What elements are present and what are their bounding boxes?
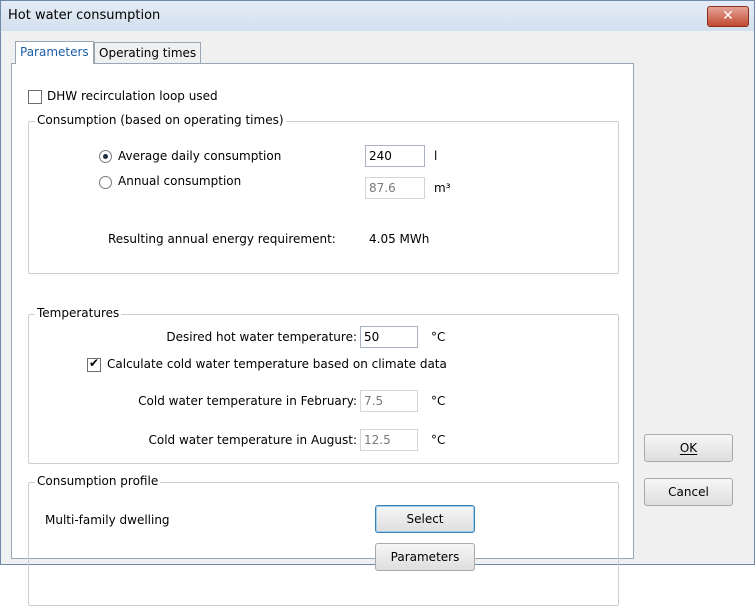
- calc-cold-water-label: Calculate cold water temperature based o…: [107, 357, 447, 371]
- annual-consumption-radio[interactable]: [99, 176, 112, 189]
- consumption-profile-group: Consumption profile Multi-family dwellin…: [28, 474, 619, 606]
- dialog-client: Parameters Operating times DHW recircula…: [8, 33, 748, 606]
- august-temperature-input[interactable]: 12.5: [360, 429, 418, 451]
- desired-temperature-unit: °C: [431, 330, 446, 344]
- title-bar: Hot water consumption ✕: [1, 1, 754, 31]
- temperatures-group: Temperatures Desired hot water temperatu…: [28, 306, 619, 464]
- temperatures-group-label: Temperatures: [35, 306, 122, 320]
- annual-consumption-label: Annual consumption: [118, 174, 242, 188]
- consumption-group: Consumption (based on operating times) A…: [28, 113, 619, 274]
- consumption-profile-group-label: Consumption profile: [35, 474, 161, 488]
- annual-consumption-input[interactable]: 87.6: [365, 177, 425, 199]
- energy-requirement-value: 4.05 MWh: [369, 232, 430, 246]
- daily-consumption-label: Average daily consumption: [118, 149, 282, 163]
- calc-cold-water-checkbox[interactable]: [87, 356, 101, 372]
- select-profile-button[interactable]: Select: [375, 505, 475, 533]
- february-temperature-label: Cold water temperature in February:: [138, 394, 357, 408]
- parameters-panel: DHW recirculation loop used Consumption …: [11, 63, 634, 606]
- tab-operating-times[interactable]: Operating times: [94, 42, 202, 63]
- energy-requirement-label: Resulting annual energy requirement:: [108, 232, 336, 246]
- window-title: Hot water consumption: [8, 8, 161, 23]
- ok-button[interactable]: OK: [644, 434, 733, 462]
- august-temperature-unit: °C: [431, 433, 446, 447]
- february-temperature-unit: °C: [431, 394, 446, 408]
- ok-button-label: OK: [679, 441, 698, 455]
- august-temperature-label: Cold water temperature in August:: [148, 433, 357, 447]
- tab-parameters[interactable]: Parameters: [15, 41, 94, 64]
- dialog-window: Hot water consumption ✕ Parameters Opera…: [0, 0, 755, 606]
- recirculation-checkbox[interactable]: [28, 90, 42, 104]
- desired-temperature-input[interactable]: 50: [360, 326, 418, 348]
- annual-consumption-unit: m³: [434, 181, 451, 195]
- daily-consumption-radio[interactable]: [99, 150, 112, 163]
- desired-temperature-label: Desired hot water temperature:: [166, 330, 357, 344]
- close-button[interactable]: ✕: [707, 6, 749, 27]
- cancel-button[interactable]: Cancel: [644, 478, 733, 506]
- profile-parameters-button[interactable]: Parameters: [375, 543, 475, 571]
- daily-consumption-unit: l: [434, 149, 438, 163]
- recirculation-label: DHW recirculation loop used: [47, 89, 218, 103]
- daily-consumption-input[interactable]: 240: [365, 145, 425, 167]
- consumption-group-label: Consumption (based on operating times): [35, 113, 286, 127]
- february-temperature-input[interactable]: 7.5: [360, 390, 418, 412]
- profile-name: Multi-family dwelling: [45, 513, 170, 527]
